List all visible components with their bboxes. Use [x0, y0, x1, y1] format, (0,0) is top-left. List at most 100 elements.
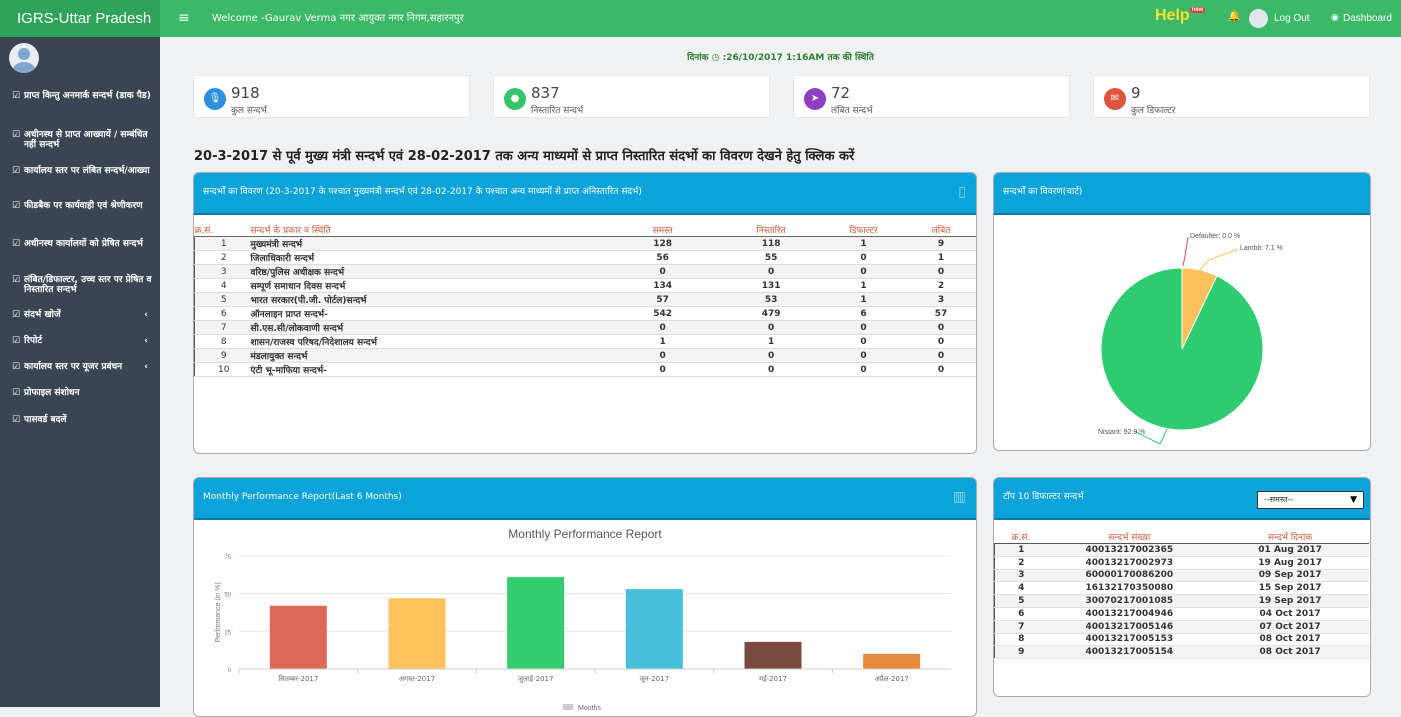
table-cell: 0 — [721, 362, 822, 377]
sidebar-item-label: लंबित/डिफाल्टर, उच्च स्तर पर प्रेषित व न… — [24, 275, 152, 295]
table-row[interactable]: 10 एंटी भू-माफिया सन्दर्भ- 0 0 0 0 — [194, 362, 976, 377]
table-row[interactable]: 4 16132170350080 15 Sep 2017 — [994, 581, 1369, 596]
send-icon: ➤ — [804, 88, 826, 110]
bar[interactable] — [388, 598, 446, 669]
table-row[interactable]: 9 मंडलायुक्त सन्दर्भ 0 0 0 0 — [194, 348, 976, 363]
help-label[interactable]: Help — [1155, 7, 1190, 24]
col-header: निस्तारित — [721, 223, 822, 237]
bar[interactable] — [744, 641, 802, 669]
table-row[interactable]: 3 60000170086200 09 Sep 2017 — [994, 569, 1369, 583]
logout-button[interactable]: Log Out — [1274, 0, 1310, 37]
col-header: क्र.सं. — [194, 223, 251, 237]
stat-card-total[interactable]: 🎙 918 कुल सन्दर्भ — [193, 75, 470, 118]
chart-panel: सन्दर्भों का विवरण(चार्ट) Defaulter: 0.0… — [993, 172, 1371, 451]
table-cell: 3 — [194, 264, 251, 279]
table-cell: 118 — [721, 236, 822, 251]
table-cell: 10 — [194, 362, 251, 377]
sidebar-item-subordinate-replies[interactable]: ☑ अधीनस्थ से प्राप्त आख्यायें / सम्बंधित … — [12, 130, 160, 150]
table-row[interactable]: 1 40013217002365 01 Aug 2017 — [994, 543, 1369, 557]
references-table: क्र.सं. सन्दर्भ के प्रकार व स्थिति समस्त… — [194, 223, 976, 377]
table-cell: 01 Aug 2017 — [1211, 543, 1369, 557]
dashboard-icon[interactable]: ◉ — [1331, 0, 1339, 37]
table-cell: 40013217002973 — [1047, 556, 1212, 570]
bar[interactable] — [269, 605, 327, 669]
chevron-left-icon: ‹ — [144, 362, 148, 372]
bar[interactable] — [507, 577, 565, 669]
sidebar-item-unmarked[interactable]: ☑ प्राप्त किन्तु अनमार्क सन्दर्भ (डाक पैड… — [12, 91, 160, 101]
welcome-text: Welcome -Gaurav Verma नगर आयुक्त नगर निग… — [212, 13, 464, 24]
x-tick-label: अगस्त-2017 — [399, 675, 435, 683]
edit-icon: ☑ — [12, 130, 21, 140]
table-cell: 6 — [994, 607, 1048, 621]
help-new-badge: new — [1189, 7, 1206, 13]
table-row[interactable]: 5 भारत सरकार(पी.जी. पोर्टल)सन्दर्भ 57 53 1 3 — [194, 292, 976, 307]
stat-label: निस्तारित सन्दर्भ — [531, 106, 584, 116]
table-row[interactable]: 7 40013217005146 07 Oct 2017 — [994, 620, 1369, 634]
sidebar-item-report[interactable]: ☑ रिपोर्ट ‹ — [12, 336, 160, 346]
table-row[interactable]: 6 40013217004946 04 Oct 2017 — [994, 607, 1369, 621]
envelope-icon: ✉ — [1104, 88, 1126, 110]
stat-card-pending[interactable]: ➤ 72 लंबित सन्दर्भ — [793, 75, 1070, 118]
table-cell: 0 — [906, 264, 976, 279]
table-row[interactable]: 5 30070217001085 19 Sep 2017 — [994, 594, 1369, 608]
old-references-link[interactable]: 20-3-2017 से पूर्व मुख्य मंत्री सन्दर्भ … — [194, 146, 854, 164]
chart-title: Monthly Performance Report — [508, 527, 662, 541]
sidebar-item-search[interactable]: ☑ संदर्भ खोजें ‹ — [12, 310, 160, 320]
table-row[interactable]: 2 40013217002973 19 Aug 2017 — [994, 556, 1369, 570]
table-cell: 0 — [906, 362, 976, 377]
references-panel-header: सन्दर्भों का विवरण (20-3-2017 के पश्चात … — [194, 173, 976, 215]
table-cell: 0 — [821, 334, 907, 349]
sidebar-item-user-management[interactable]: ☑ कार्यालय स्तर पर यूजर प्रबंधन ‹ — [12, 362, 160, 372]
menu-toggle-icon[interactable]: ≡ — [178, 0, 190, 37]
col-header: सन्दर्भ संख्या — [1047, 530, 1212, 544]
user-avatar-icon[interactable] — [1249, 9, 1268, 28]
stat-card-defaulter[interactable]: ✉ 9 कुल डिफाल्टर — [1093, 75, 1370, 118]
table-cell: 3 — [994, 569, 1048, 583]
table-cell: 7 — [994, 620, 1048, 634]
table-cell: 128 — [604, 236, 722, 251]
stat-card-disposed[interactable]: ● 837 निस्तारित सन्दर्भ — [493, 75, 770, 118]
table-cell: मंडलायुक्त सन्दर्भ — [250, 348, 605, 363]
pie-slice-nistarit[interactable] — [1100, 267, 1264, 431]
sidebar-item-profile[interactable]: ☑ प्रोफाइल संशोधन — [12, 388, 160, 398]
panel-title: सन्दर्भों का विवरण — [203, 187, 263, 197]
table-row[interactable]: 6 ऑनलाइन प्राप्त सन्दर्भ- 542 479 6 57 — [194, 306, 976, 321]
sidebar-item-label: फीडबैक पर कार्यवाही एवं श्रेणीकरण — [24, 201, 143, 211]
defaulter-filter-select[interactable]: --समस्त-- ▼ — [1257, 491, 1364, 509]
help-link[interactable]: Help new — [1155, 7, 1206, 25]
table-cell: 1 — [821, 278, 907, 293]
brand-title[interactable]: IGRS-Uttar Pradesh — [0, 0, 160, 37]
edit-icon: ☑ — [12, 239, 21, 249]
table-row[interactable]: 8 40013217005153 08 Oct 2017 — [994, 633, 1369, 647]
edit-icon: ☑ — [12, 388, 21, 398]
table-cell: 30070217001085 — [1047, 594, 1212, 608]
sidebar-item-password[interactable]: ☑ पासवर्ड बदलें — [12, 415, 160, 425]
table-row[interactable]: 1 मुख्यमंत्री सन्दर्भ 128 118 1 9 — [194, 236, 976, 251]
table-row[interactable]: 7 सी.एस.सी/लोकवाणी सन्दर्भ 0 0 0 0 — [194, 320, 976, 335]
edit-icon: ☑ — [12, 310, 21, 320]
table-cell: 16132170350080 — [1047, 581, 1212, 596]
table-cell: सम्पूर्ण समाधान दिवस सन्दर्भ — [250, 278, 605, 293]
col-header: समस्त — [604, 223, 722, 237]
table-cell: 9 — [194, 348, 251, 363]
table-row[interactable]: 4 सम्पूर्ण समाधान दिवस सन्दर्भ 134 131 1 2 — [194, 278, 976, 293]
sidebar-item-label: संदर्भ खोजें — [24, 310, 61, 320]
table-cell: 55 — [721, 250, 822, 265]
sidebar-item-sent-to-subordinate[interactable]: ☑ अधीनस्थ कार्यालयों को प्रेषित सन्दर्भ — [12, 239, 160, 249]
caret-down-icon: ▼ — [1350, 495, 1357, 505]
table-cell: 0 — [821, 264, 907, 279]
table-row[interactable]: 3 वरिष्ठ/पुलिस अधीक्षक सन्दर्भ 0 0 0 0 — [194, 264, 976, 279]
table-cell: एंटी भू-माफिया सन्दर्भ- — [250, 362, 605, 377]
sidebar-item-feedback[interactable]: ☑ फीडबैक पर कार्यवाही एवं श्रेणीकरण — [12, 201, 160, 211]
bell-icon[interactable]: 🔔 — [1228, 11, 1240, 22]
edit-icon: ☑ — [12, 201, 21, 211]
sidebar-item-pending-defaulter[interactable]: ☑ लंबित/डिफाल्टर, उच्च स्तर पर प्रेषित व … — [12, 275, 160, 295]
sidebar-item-office-pending[interactable]: ☑ कार्यालय स्तर पर लंबित सन्दर्भ/आख्या — [12, 166, 160, 176]
table-row[interactable]: 2 जिलाधिकारी सन्दर्भ 56 55 0 1 — [194, 250, 976, 265]
dashboard-link[interactable]: Dashboard — [1343, 0, 1392, 37]
table-cell: 542 — [604, 306, 722, 321]
bar[interactable] — [625, 589, 683, 669]
bar[interactable] — [863, 653, 921, 669]
table-row[interactable]: 9 40013217005154 08 Oct 2017 — [994, 645, 1369, 660]
table-row[interactable]: 8 शासन/राजस्व परिषद/निदेशालय सन्दर्भ 1 1 0 0 — [194, 334, 976, 349]
